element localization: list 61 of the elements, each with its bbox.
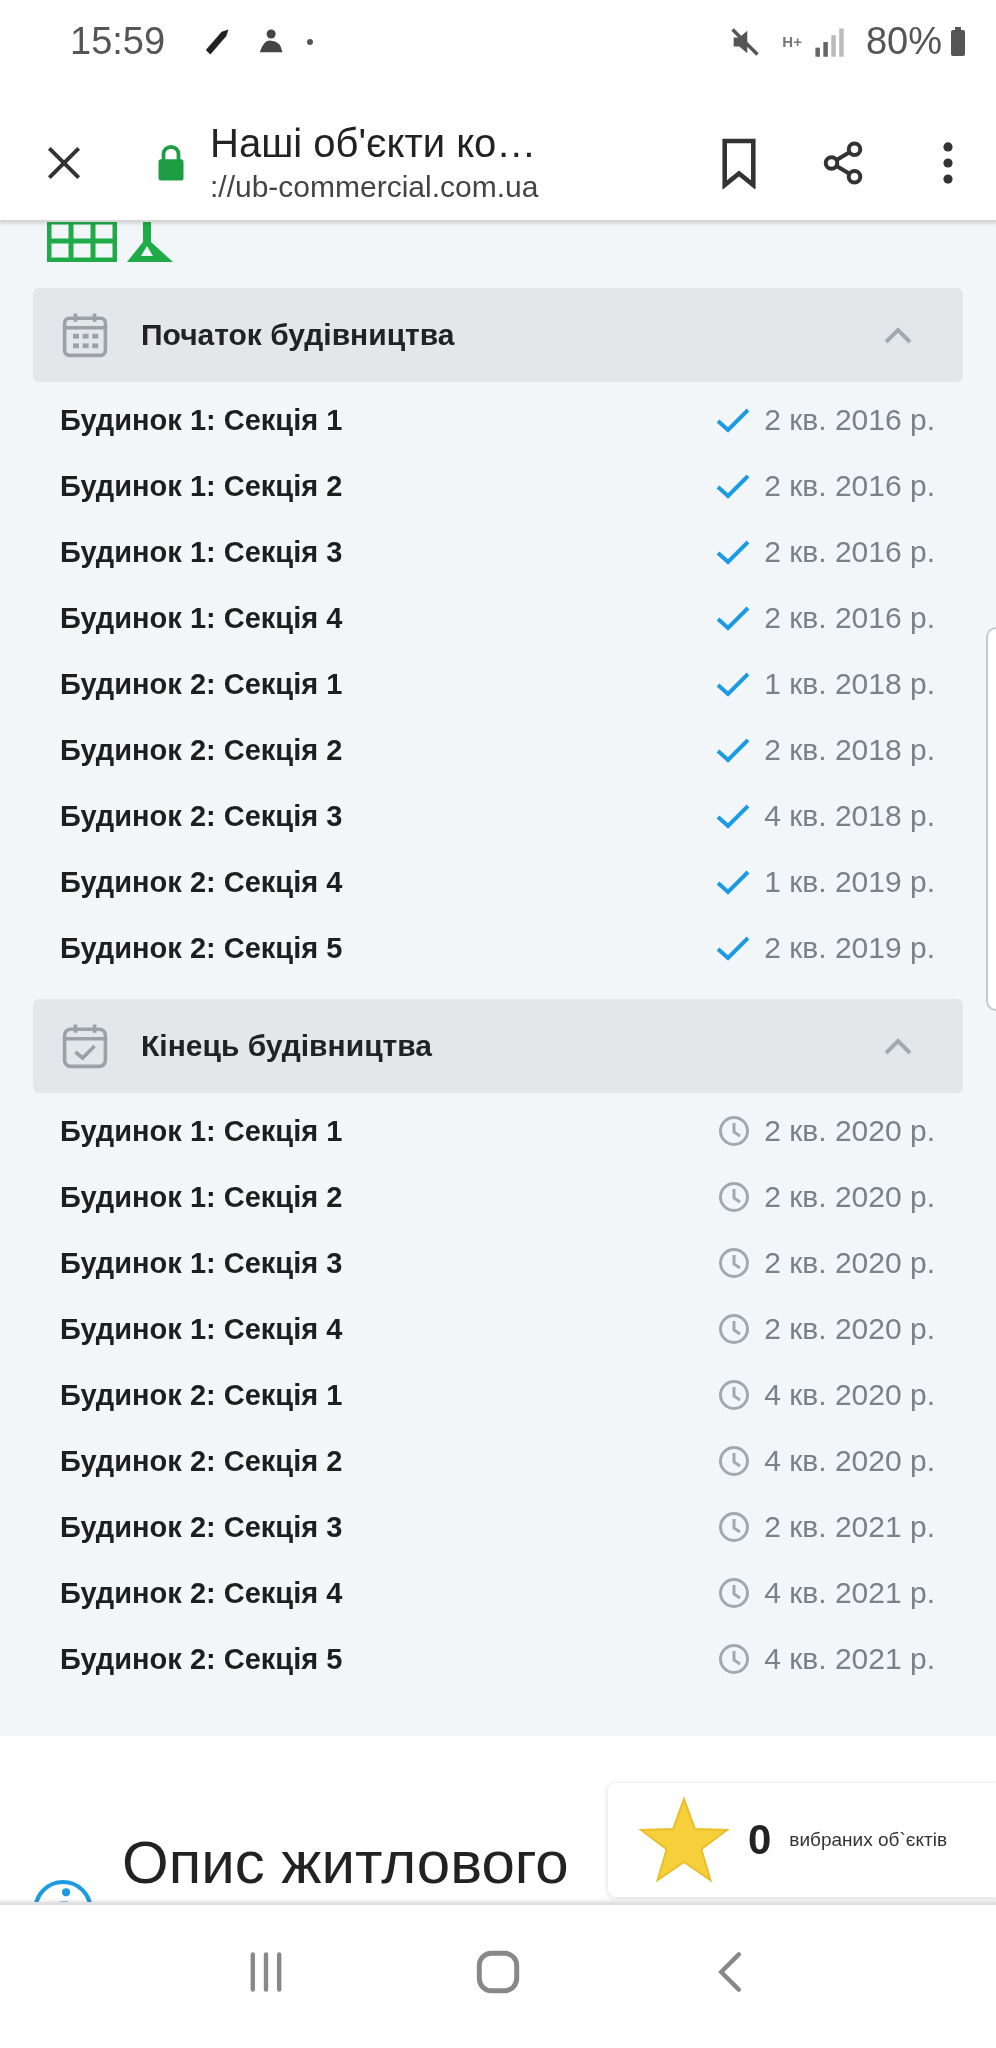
section-name: Будинок 2: Секція 3: [60, 1510, 344, 1544]
clock-time: 15:59: [70, 20, 166, 63]
date-label: 2 кв. 2016 р.: [764, 601, 935, 635]
section-name: Будинок 2: Секція 1: [60, 1378, 344, 1412]
date-label: 2 кв. 2019 р.: [764, 931, 935, 965]
section-heading: Опис житлового: [122, 1828, 569, 1897]
section-name: Будинок 1: Секція 2: [60, 1180, 344, 1214]
section-name: Будинок 1: Секція 3: [60, 1246, 344, 1280]
section-name: Будинок 1: Секція 1: [60, 403, 344, 437]
date-label: 1 кв. 2018 р.: [764, 667, 935, 701]
home-icon[interactable]: [476, 1949, 520, 1994]
star-icon: [638, 1796, 730, 1884]
favorites-count: 0: [748, 1816, 772, 1864]
notification-dot: [307, 38, 314, 45]
date-label: 4 кв. 2018 р.: [764, 799, 935, 833]
section-title: Початок будівництва: [141, 318, 456, 352]
calendar-check-icon: [61, 1022, 109, 1070]
section-name: Будинок 1: Секція 4: [60, 601, 344, 635]
network-type: H+: [782, 33, 802, 50]
lock-icon: [156, 142, 186, 183]
battery-level: 80%: [865, 20, 942, 63]
section-name: Будинок 2: Секція 4: [60, 865, 344, 899]
date-label: 4 кв. 2021 р.: [764, 1642, 935, 1676]
favorites-card[interactable]: 0 вибраних об`єктів: [608, 1783, 996, 1897]
section-name: Будинок 1: Секція 2: [60, 469, 344, 503]
section-name: Будинок 2: Секція 5: [60, 931, 344, 965]
section-name: Будинок 2: Секція 5: [60, 1642, 344, 1676]
more-icon[interactable]: [942, 139, 954, 186]
section-name: Будинок 2: Секція 2: [60, 733, 344, 767]
section-name: Будинок 2: Секція 1: [60, 667, 344, 701]
date-label: 2 кв. 2016 р.: [764, 469, 935, 503]
section-name: Будинок 2: Секція 2: [60, 1444, 344, 1478]
date-label: 2 кв. 2016 р.: [764, 403, 935, 437]
scroll-handle[interactable]: [986, 627, 996, 1011]
date-label: 2 кв. 2020 р.: [764, 1246, 935, 1280]
page-title: Наші об'єкти ко…: [210, 121, 538, 166]
date-label: 2 кв. 2021 р.: [764, 1510, 935, 1544]
date-label: 2 кв. 2020 р.: [764, 1312, 935, 1346]
section-name: Будинок 1: Секція 3: [60, 535, 344, 569]
date-label: 1 кв. 2019 р.: [764, 865, 935, 899]
building-icon: [47, 222, 117, 262]
section-name: Будинок 2: Секція 4: [60, 1576, 344, 1610]
section-header[interactable]: Кінець будівництва: [33, 999, 963, 1093]
section-name: Будинок 1: Секція 4: [60, 1312, 344, 1346]
section-name: Будинок 1: Секція 1: [60, 1114, 344, 1148]
battery-icon: [950, 26, 966, 57]
favorites-label: вибраних об`єктів: [789, 1829, 947, 1851]
section-name: Будинок 2: Секція 3: [60, 799, 344, 833]
chevron-icon[interactable]: [883, 1036, 913, 1056]
calendar-icon: [61, 311, 109, 359]
chevron-icon[interactable]: [883, 325, 913, 345]
date-label: 2 кв. 2018 р.: [764, 733, 935, 767]
page-url[interactable]: ://ub-commercial.com.ua: [210, 170, 658, 204]
date-label: 4 кв. 2020 р.: [764, 1378, 935, 1412]
section-title: Кінець будівництва: [141, 1029, 433, 1063]
date-label: 4 кв. 2021 р.: [764, 1576, 935, 1610]
date-label: 2 кв. 2020 р.: [764, 1180, 935, 1214]
date-label: 2 кв. 2020 р.: [764, 1114, 935, 1148]
date-label: 2 кв. 2016 р.: [764, 535, 935, 569]
section-header[interactable]: Початок будівництва: [33, 288, 963, 382]
date-label: 4 кв. 2020 р.: [764, 1444, 935, 1478]
